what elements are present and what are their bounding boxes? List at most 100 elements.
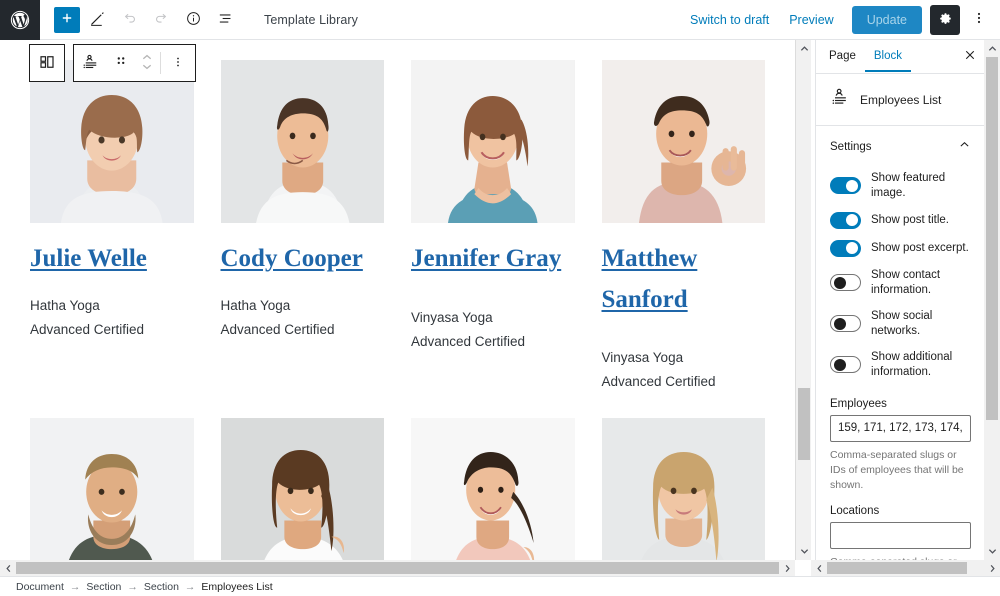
tab-page[interactable]: Page (820, 41, 865, 72)
editor-canvas: Julie Welle Hatha Yoga Advanced Certifie… (0, 40, 795, 560)
settings-body: Show featured image. Show post title. Sh… (816, 166, 984, 560)
settings-section-header[interactable]: Settings (816, 126, 984, 166)
employee-photo[interactable] (411, 418, 575, 560)
list-view-button[interactable] (210, 5, 240, 35)
setting-show-post-title[interactable]: Show post title. (830, 207, 971, 235)
toggle-show-social-networks[interactable] (830, 315, 861, 333)
setting-show-featured-image[interactable]: Show featured image. (830, 166, 971, 207)
setting-show-additional-information[interactable]: Show additional information. (830, 345, 971, 386)
sidebar-scroll-thumb[interactable] (986, 57, 998, 420)
employees-input[interactable] (830, 414, 971, 442)
locations-field-label: Locations (830, 505, 880, 518)
sidebar-scroll-right-button[interactable] (984, 560, 1000, 576)
sidebar-inner-scroll: Page Block Employees List Settings Show … (816, 40, 984, 560)
employee-photo[interactable] (30, 418, 194, 560)
breadcrumb-item-document[interactable]: Document (16, 581, 64, 593)
sidebar-horizontal-scrollbar[interactable] (811, 560, 1000, 576)
toggle-label: Show social networks. (871, 309, 933, 337)
toggle-show-contact-information[interactable] (830, 274, 861, 292)
canvas-hscroll-thumb[interactable] (16, 562, 779, 574)
close-x-icon (964, 49, 976, 64)
toggle-show-featured-image[interactable] (830, 177, 861, 195)
employee-excerpt: Vinyasa Yoga Advanced Certified (411, 306, 575, 354)
breadcrumb-item-section-2[interactable]: Section (144, 581, 179, 593)
employee-card[interactable]: Jennifer Gray Vinyasa Yoga Advanced Cert… (411, 60, 575, 394)
canvas-scroll-down-button[interactable] (796, 543, 812, 560)
employee-card[interactable]: Julie Welle Hatha Yoga Advanced Certifie… (30, 60, 194, 394)
breadcrumb-item-section-1[interactable]: Section (86, 581, 121, 593)
canvas-horizontal-scrollbar[interactable] (0, 560, 795, 576)
canvas-scroll-right-button[interactable] (779, 560, 795, 576)
employee-card[interactable]: Cody Cooper Hatha Yoga Advanced Certifie… (220, 60, 384, 394)
sidebar-scroll-left-button[interactable] (811, 560, 827, 576)
excerpt-line: Hatha Yoga (220, 297, 291, 313)
tab-block[interactable]: Block (864, 41, 911, 72)
setting-show-contact-information[interactable]: Show contact information. (830, 263, 971, 304)
toggle-label: Show post title. (871, 213, 949, 226)
locations-input[interactable] (830, 522, 971, 550)
breadcrumb-item-employees-list[interactable]: Employees List (201, 581, 272, 593)
employee-photo[interactable] (601, 60, 765, 223)
excerpt-line: Hatha Yoga (30, 297, 100, 313)
drag-block-handle[interactable] (108, 45, 134, 81)
switch-to-draft-button[interactable]: Switch to draft (680, 7, 779, 33)
employee-card[interactable] (30, 418, 194, 560)
employee-name-link[interactable]: Cody Cooper (221, 245, 363, 272)
excerpt-line: Advanced Certified (30, 321, 145, 337)
undo-button[interactable] (114, 5, 144, 35)
breadcrumb-separator: → (184, 580, 196, 593)
excerpt-line: Vinyasa Yoga (411, 309, 493, 325)
sidebar-hscroll-thumb[interactable] (827, 562, 967, 574)
more-options-button[interactable] (966, 5, 992, 35)
block-toolbar (29, 44, 196, 82)
canvas-scroll-up-button[interactable] (796, 40, 812, 57)
employee-name-link[interactable]: Julie Welle (30, 245, 147, 272)
employees-grid-row-1: Julie Welle Hatha Yoga Advanced Certifie… (0, 60, 795, 394)
employee-card[interactable] (411, 418, 575, 560)
employee-card[interactable] (220, 418, 384, 560)
setting-show-post-excerpt[interactable]: Show post excerpt. (830, 235, 971, 263)
employee-photo[interactable] (601, 418, 765, 560)
add-block-button[interactable] (54, 6, 80, 33)
toggle-show-additional-information[interactable] (830, 356, 861, 374)
redo-button[interactable] (146, 5, 176, 35)
employees-list-icon (830, 87, 850, 112)
settings-toggle-button[interactable] (930, 4, 960, 35)
canvas-scroll-left-button[interactable] (0, 560, 16, 576)
move-block-buttons[interactable] (134, 45, 160, 81)
redo-arrow-icon (153, 10, 170, 30)
employee-photo[interactable] (220, 60, 384, 223)
block-options-button[interactable] (161, 45, 195, 81)
employee-name-link[interactable]: Jennifer Gray (411, 245, 561, 272)
employee-photo[interactable] (220, 418, 384, 560)
employee-name-link[interactable]: Matthew Sanford (602, 245, 698, 313)
employee-card[interactable] (601, 418, 765, 560)
employee-photo[interactable] (30, 60, 194, 223)
update-button[interactable]: Update (851, 5, 922, 34)
setting-show-social-networks[interactable]: Show social networks. (830, 304, 971, 345)
settings-section-title: Settings (830, 141, 872, 153)
canvas-scroll-thumb[interactable] (798, 388, 810, 460)
canvas-vertical-scrollbar[interactable] (795, 40, 811, 560)
block-type-button[interactable] (74, 45, 108, 81)
close-sidebar-button[interactable] (959, 46, 981, 68)
kebab-vertical-icon (971, 10, 987, 29)
excerpt-line: Advanced Certified (220, 321, 335, 337)
sidebar-vertical-scrollbar[interactable] (984, 40, 1000, 560)
info-circle-icon (185, 10, 202, 30)
employee-card[interactable]: Matthew Sanford Vinyasa Yoga Advanced Ce… (601, 60, 765, 394)
preview-button[interactable]: Preview (779, 7, 843, 33)
select-parent-block-button[interactable] (30, 45, 64, 81)
details-button[interactable] (178, 5, 208, 35)
wordpress-logo-button[interactable] (0, 0, 40, 40)
excerpt-line: Advanced Certified (411, 333, 526, 349)
sidebar-scroll-up-button[interactable] (984, 40, 1000, 57)
gear-icon (938, 11, 953, 29)
toggle-show-post-excerpt[interactable] (830, 239, 861, 257)
edit-tool-button[interactable] (82, 5, 112, 35)
kebab-vertical-icon (171, 55, 185, 72)
employee-photo[interactable] (411, 60, 575, 223)
sidebar-scroll-down-button[interactable] (984, 543, 1000, 560)
excerpt-line: Vinyasa Yoga (601, 350, 684, 365)
toggle-show-post-title[interactable] (830, 211, 861, 229)
